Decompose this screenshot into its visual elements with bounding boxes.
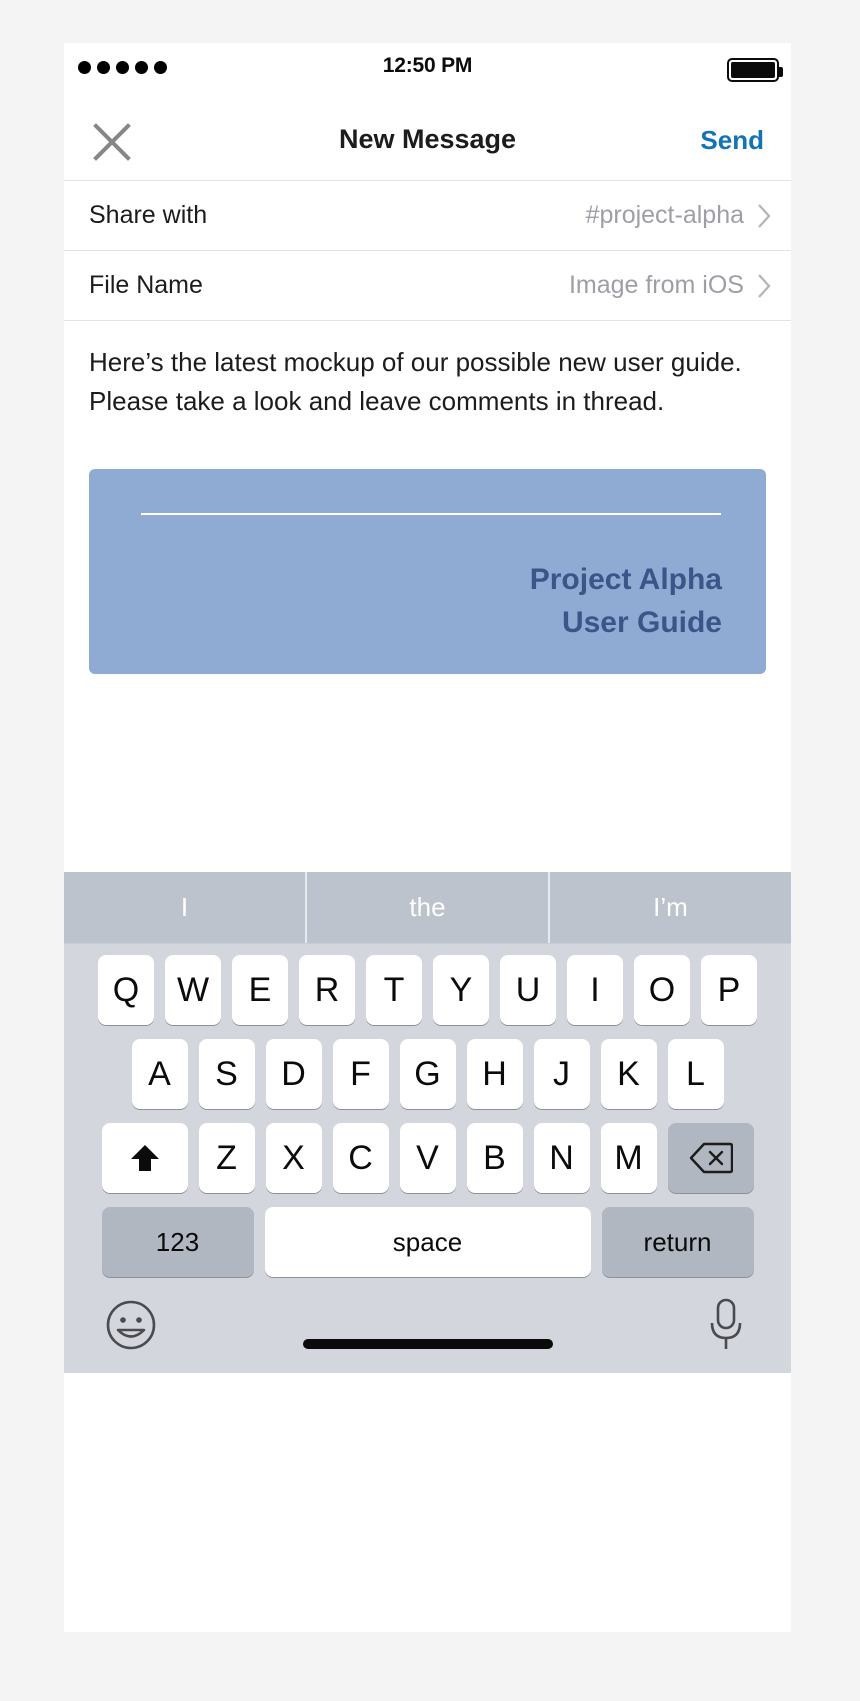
file-name-label: File Name [89, 271, 203, 299]
chevron-right-icon [758, 273, 771, 298]
key-t[interactable]: T [366, 955, 422, 1025]
keyboard-rows: Q W E R T Y U I O P A S D F G H J K L Z … [64, 944, 791, 1277]
battery-full-icon [727, 58, 783, 82]
key-f[interactable]: F [332, 1039, 389, 1109]
file-name-value: Image from iOS [568, 271, 744, 299]
return-key[interactable]: return [601, 1207, 754, 1277]
key-l[interactable]: L [667, 1039, 724, 1109]
key-d[interactable]: D [265, 1039, 322, 1109]
attachment-preview-card[interactable]: Project Alpha User Guide [89, 469, 766, 674]
message-text[interactable]: Here’s the latest mockup of our possible… [89, 343, 766, 421]
page-title: New Message [338, 124, 517, 154]
key-s[interactable]: S [198, 1039, 255, 1109]
keyboard-row-1: Q W E R T Y U I O P [71, 955, 784, 1025]
home-indicator [302, 1339, 553, 1349]
microphone-icon[interactable] [705, 1297, 747, 1353]
key-p[interactable]: P [701, 955, 757, 1025]
keyboard-bottom-bar [64, 1277, 791, 1373]
chevron-right-icon [758, 203, 771, 228]
key-q[interactable]: Q [98, 955, 154, 1025]
keyboard-row-2: A S D F G H J K L [71, 1039, 784, 1109]
status-time: 12:50 PM [382, 54, 473, 77]
key-b[interactable]: B [466, 1123, 523, 1193]
key-z[interactable]: Z [198, 1123, 255, 1193]
shift-arrow-icon[interactable] [101, 1123, 188, 1193]
emoji-smiley-icon[interactable] [105, 1299, 157, 1351]
key-x[interactable]: X [265, 1123, 322, 1193]
share-with-label: Share with [89, 201, 208, 229]
compose-empty-space [64, 674, 791, 872]
share-with-row[interactable]: Share with #project-alpha [64, 181, 791, 251]
key-r[interactable]: R [299, 955, 355, 1025]
navigation-bar: New Message Send [64, 101, 791, 181]
suggestion-2[interactable]: I’m [548, 872, 791, 943]
suggestion-1[interactable]: the [305, 872, 548, 943]
suggestion-0[interactable]: I [64, 872, 305, 943]
space-key[interactable]: space [264, 1207, 591, 1277]
suggestion-bar: I the I’m [64, 872, 791, 944]
ios-keyboard: I the I’m Q W E R T Y U I O P A S D F G … [64, 872, 791, 1373]
attachment-title-line1: Project Alpha [529, 563, 722, 596]
attachment-title-line2: User Guide [561, 606, 722, 639]
send-button[interactable]: Send [700, 125, 764, 156]
key-y[interactable]: Y [433, 955, 489, 1025]
key-i[interactable]: I [567, 955, 623, 1025]
key-v[interactable]: V [399, 1123, 456, 1193]
attachment-title: Project Alpha User Guide [530, 558, 722, 644]
key-c[interactable]: C [332, 1123, 389, 1193]
key-j[interactable]: J [533, 1039, 590, 1109]
key-n[interactable]: N [533, 1123, 590, 1193]
status-bar: 12:50 PM [64, 43, 791, 101]
key-m[interactable]: M [600, 1123, 657, 1193]
key-k[interactable]: K [600, 1039, 657, 1109]
attachment-preview-wrapper: Project Alpha User Guide [64, 421, 791, 674]
file-name-row[interactable]: File Name Image from iOS [64, 251, 791, 321]
message-compose-area[interactable]: Here’s the latest mockup of our possible… [64, 321, 791, 421]
keyboard-row-3: Z X C V B N M [71, 1123, 784, 1193]
key-a[interactable]: A [131, 1039, 188, 1109]
backspace-icon[interactable] [667, 1123, 754, 1193]
key-h[interactable]: H [466, 1039, 523, 1109]
key-g[interactable]: G [399, 1039, 456, 1109]
phone-screen: 12:50 PM New Message Send Share with #pr… [64, 43, 791, 1632]
numbers-key[interactable]: 123 [101, 1207, 254, 1277]
key-u[interactable]: U [500, 955, 556, 1025]
key-e[interactable]: E [232, 955, 288, 1025]
key-w[interactable]: W [165, 955, 221, 1025]
attachment-divider-rule [141, 513, 721, 515]
key-o[interactable]: O [634, 955, 690, 1025]
keyboard-row-4: 123 space return [71, 1207, 784, 1277]
share-with-value: #project-alpha [585, 201, 744, 229]
